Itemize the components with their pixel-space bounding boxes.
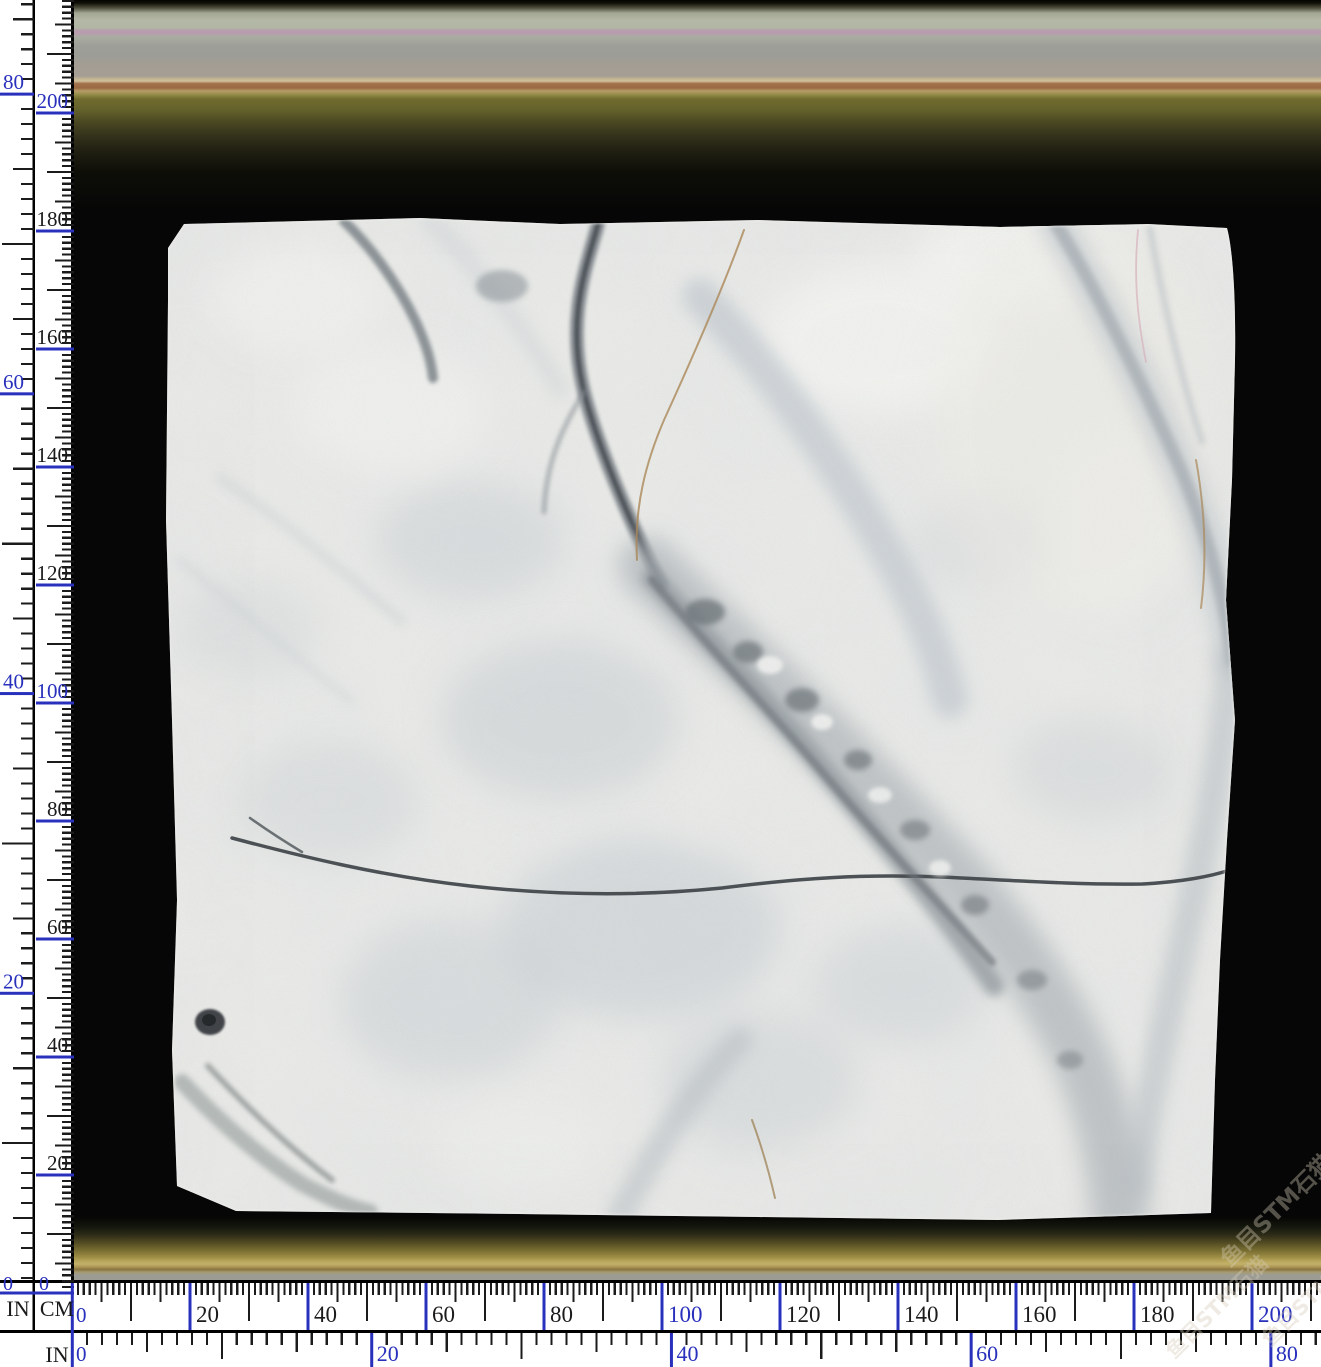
- stone-slab-scan-view: 2040608010012014016018020020406080002040…: [0, 0, 1321, 1367]
- ruler-label: 20: [47, 1151, 68, 1175]
- ruler-major-line: [425, 1283, 428, 1330]
- ruler-major-line: [189, 1283, 192, 1330]
- ruler-major-line: [779, 1283, 782, 1330]
- bottom-ruler-inches-unit-label: IN: [45, 1342, 68, 1367]
- bottom-ruler-divider: [0, 1330, 1321, 1333]
- ruler-label: 0: [76, 1303, 87, 1327]
- scan-artifact-bottom-bands: [74, 1215, 1321, 1280]
- ruler-label: 40: [47, 1033, 68, 1057]
- ruler-label: 60: [976, 1341, 998, 1366]
- ruler-label: 80: [47, 797, 68, 821]
- ruler-major-line: [307, 1283, 310, 1330]
- bottom-ruler-top-edge: [0, 1280, 1321, 1283]
- ruler-label: 100: [668, 1302, 703, 1327]
- left-ruler-inches-unit-label: IN: [6, 1296, 29, 1321]
- ruler-label: 80: [3, 70, 24, 94]
- ruler-label: 80: [550, 1302, 573, 1327]
- ruler-major-line: [897, 1283, 900, 1330]
- ruler-major-line: [661, 1283, 664, 1330]
- ruler-major-line: [970, 1333, 973, 1367]
- ruler-label: 160: [1022, 1302, 1057, 1327]
- slab-clipped-group: [160, 205, 1252, 1222]
- scan-scene: 2040608010012014016018020020406080002040…: [0, 0, 1321, 1367]
- ruler-label: 0: [3, 1273, 13, 1295]
- ruler-label: 140: [37, 443, 69, 467]
- marble-slab-image: [160, 205, 1252, 1222]
- ruler-major-line: [670, 1333, 673, 1367]
- ruler-label: 20: [196, 1302, 219, 1327]
- ruler-label: 120: [37, 561, 69, 585]
- ruler-label: 40: [676, 1341, 698, 1366]
- ruler-label: 0: [39, 1273, 49, 1295]
- ruler-label: 60: [3, 370, 24, 394]
- slab-grain: [160, 210, 1252, 1222]
- ruler-label: 20: [377, 1341, 399, 1366]
- ruler-major-line: [370, 1333, 373, 1367]
- ruler-label: 120: [786, 1302, 821, 1327]
- ruler-label: 0: [76, 1342, 87, 1366]
- ruler-label: 40: [314, 1302, 337, 1327]
- ruler-label: 100: [37, 679, 69, 703]
- ruler-major-line: [1133, 1283, 1136, 1330]
- ruler-label: 40: [3, 670, 24, 694]
- left-ruler-cm-unit-label: CM: [40, 1296, 74, 1321]
- ruler-label: 160: [37, 325, 69, 349]
- ruler-label: 200: [37, 89, 69, 113]
- ruler-major-line: [543, 1283, 546, 1330]
- ruler-major-line: [1015, 1283, 1018, 1330]
- left-ruler-edge: [71, 0, 74, 1283]
- ruler-label: 20: [3, 969, 24, 993]
- scan-artifact-top-bands: [74, 0, 1321, 210]
- ruler-label: 60: [47, 915, 68, 939]
- ruler-label: 180: [37, 207, 69, 231]
- ruler-label: 180: [1140, 1302, 1175, 1327]
- ruler-label: 60: [432, 1302, 455, 1327]
- ruler-label: 140: [904, 1302, 939, 1327]
